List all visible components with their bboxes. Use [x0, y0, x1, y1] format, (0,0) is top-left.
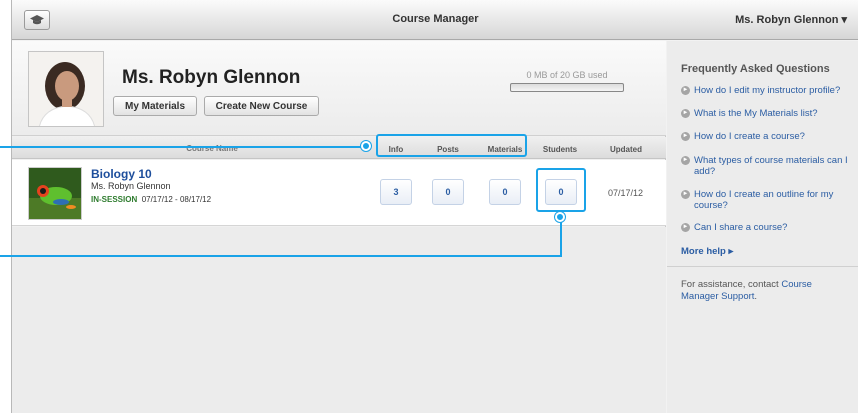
- more-help-link[interactable]: More help ▸: [681, 246, 733, 257]
- materials-count-button[interactable]: 0: [489, 179, 521, 205]
- my-materials-button[interactable]: My Materials: [113, 96, 197, 116]
- course-name-link[interactable]: Biology 10: [91, 167, 152, 181]
- storage-label: 0 MB of 20 GB used: [526, 70, 608, 80]
- faq-bullet-icon: ►: [681, 223, 690, 232]
- avatar: [28, 51, 104, 127]
- course-instructor: Ms. Robyn Glennon: [91, 181, 171, 191]
- callout-highlight-students: [536, 168, 586, 212]
- top-bar: Course Manager Ms. Robyn Glennon ▾: [12, 0, 858, 40]
- faq-link-my-materials[interactable]: ► What is the My Materials list?: [681, 108, 856, 119]
- column-header-updated: Updated: [610, 145, 642, 154]
- user-menu[interactable]: Ms. Robyn Glennon ▾: [735, 13, 847, 26]
- faq-bullet-icon: ►: [681, 109, 690, 118]
- faq-link-share-course[interactable]: ► Can I share a course?: [681, 222, 856, 233]
- main-panel: Ms. Robyn Glennon My Materials Create Ne…: [12, 41, 666, 413]
- faq-link-create-outline[interactable]: ► How do I create an outline for my cours…: [681, 189, 856, 211]
- help-sidebar: Frequently Asked Questions ► How do I edi…: [667, 41, 858, 413]
- callout-highlight-columns: [376, 134, 527, 157]
- callout-line-columns: [0, 146, 366, 148]
- profile-name: Ms. Robyn Glennon: [122, 67, 301, 88]
- profile-header: Ms. Robyn Glennon My Materials Create Ne…: [12, 41, 666, 136]
- course-dates: 07/17/12 - 08/17/12: [141, 195, 212, 204]
- course-updated-date: 07/17/12: [608, 188, 644, 198]
- faq-bullet-icon: ►: [681, 190, 690, 199]
- storage-bar: [510, 83, 624, 92]
- faq-link-material-types[interactable]: ► What types of course materials can I ad…: [681, 155, 856, 177]
- faq-title: Frequently Asked Questions: [681, 63, 830, 75]
- course-table-header: Course Name Info Posts Materials Student…: [12, 137, 666, 159]
- faq-link-create-course[interactable]: ► How do I create a course?: [681, 131, 856, 142]
- faq-bullet-icon: ►: [681, 156, 690, 165]
- frog-image: [29, 168, 81, 219]
- assistance-text: For assistance, contact Course Manager S…: [681, 279, 812, 302]
- faq-link-edit-profile[interactable]: ► How do I edit my instructor profile?: [681, 85, 856, 96]
- callout-dot-columns: [361, 141, 371, 151]
- sidebar-divider: [667, 266, 858, 267]
- course-thumbnail: [28, 167, 82, 220]
- callout-line-students-vertical: [560, 216, 562, 257]
- column-header-students: Students: [542, 145, 578, 154]
- callout-line-students-horizontal: [0, 255, 562, 257]
- callout-dot-students: [555, 212, 565, 222]
- course-status-badge: IN-SESSION: [91, 195, 138, 204]
- avatar-photo: [29, 52, 103, 126]
- faq-bullet-icon: ►: [681, 86, 690, 95]
- course-status-line: IN-SESSION 07/17/12 - 08/17/12: [91, 195, 211, 204]
- faq-bullet-icon: ►: [681, 132, 690, 141]
- posts-count-button[interactable]: 0: [432, 179, 464, 205]
- app-frame: Course Manager Ms. Robyn Glennon ▾ Ms. R…: [11, 0, 858, 413]
- app-title: Course Manager: [392, 13, 479, 25]
- create-new-course-button[interactable]: Create New Course: [204, 96, 319, 116]
- info-count-button[interactable]: 3: [380, 179, 412, 205]
